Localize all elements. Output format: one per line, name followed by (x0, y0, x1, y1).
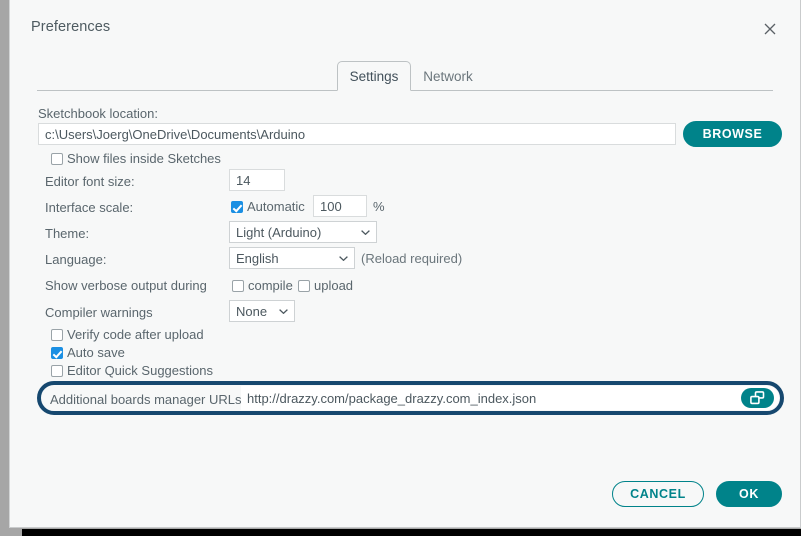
additional-urls-row: Additional boards manager URLs: (41, 385, 780, 411)
tab-settings[interactable]: Settings (337, 61, 411, 91)
editor-font-size-label: Editor font size: (45, 174, 135, 189)
preferences-dialog: Preferences Settings Network Sketchbook … (9, 0, 801, 528)
compiler-warnings-value: None (236, 304, 268, 319)
additional-urls-label: Additional boards manager URLs: (50, 392, 246, 407)
language-reload-note: (Reload required) (361, 251, 463, 266)
interface-scale-automatic-checkbox[interactable] (231, 201, 243, 213)
editor-font-size-input[interactable] (229, 169, 285, 191)
language-select[interactable]: English (229, 247, 355, 269)
interface-scale-unit: % (373, 199, 385, 214)
verbose-upload-checkbox[interactable] (298, 280, 310, 292)
verbose-upload-group: upload (298, 277, 353, 295)
interface-scale-row: Interface scale: (45, 199, 133, 221)
interface-scale-automatic-group: Automatic (231, 198, 305, 216)
language-label: Language: (45, 252, 107, 267)
verify-code-checkbox[interactable] (51, 329, 63, 341)
editor-font-size-row: Editor font size: (45, 173, 135, 195)
screen-bottom-bar (22, 529, 801, 536)
chevron-down-icon (279, 309, 288, 314)
tab-network[interactable]: Network (414, 61, 482, 91)
verbose-compile-group: compile (232, 277, 293, 295)
tab-bar: Settings Network (10, 60, 800, 91)
interface-scale-input[interactable] (313, 195, 367, 217)
open-window-icon[interactable] (741, 388, 774, 408)
language-select-value: English (236, 251, 279, 266)
language-row: Language: (45, 251, 106, 273)
interface-scale-label: Interface scale: (45, 200, 134, 215)
theme-row: Theme: (45, 225, 89, 247)
close-icon[interactable] (760, 19, 780, 39)
verbose-output-row: Show verbose output during (45, 277, 207, 299)
dialog-titlebar: Preferences (10, 0, 800, 46)
sketchbook-location-label: Sketchbook location: (38, 106, 158, 121)
quick-suggestions-label[interactable]: Editor Quick Suggestions (67, 363, 213, 378)
verbose-upload-label[interactable]: upload (314, 278, 353, 293)
quick-suggestions-checkbox[interactable] (51, 365, 63, 377)
interface-scale-automatic-label[interactable]: Automatic (247, 199, 305, 214)
auto-save-checkbox[interactable] (51, 347, 63, 359)
compiler-warnings-label: Compiler warnings (45, 305, 153, 320)
theme-select-value: Light (Arduino) (236, 225, 322, 240)
compiler-warnings-select[interactable]: None (229, 300, 295, 322)
verbose-compile-label[interactable]: compile (248, 278, 293, 293)
additional-urls-highlight: Additional boards manager URLs: (37, 381, 784, 415)
page-title: Preferences (31, 19, 111, 35)
theme-label: Theme: (45, 226, 90, 241)
show-files-inside-sketches-row: Show files inside Sketches (51, 150, 221, 172)
cancel-button[interactable]: CANCEL (612, 481, 704, 507)
chevron-down-icon (361, 230, 370, 235)
verbose-compile-checkbox[interactable] (232, 280, 244, 292)
show-files-inside-sketches-checkbox[interactable] (51, 153, 63, 165)
verify-code-label[interactable]: Verify code after upload (67, 327, 204, 342)
ok-button[interactable]: OK (716, 481, 782, 507)
additional-urls-input[interactable] (241, 386, 779, 410)
browse-button[interactable]: BROWSE (683, 121, 782, 147)
show-files-inside-sketches-label[interactable]: Show files inside Sketches (67, 151, 221, 166)
compiler-warnings-row: Compiler warnings (45, 304, 153, 326)
theme-select[interactable]: Light (Arduino) (229, 221, 377, 243)
sketchbook-location-input[interactable] (38, 123, 676, 145)
chevron-down-icon (339, 256, 348, 261)
auto-save-label[interactable]: Auto save (67, 345, 125, 360)
verbose-output-label: Show verbose output during (45, 278, 207, 293)
